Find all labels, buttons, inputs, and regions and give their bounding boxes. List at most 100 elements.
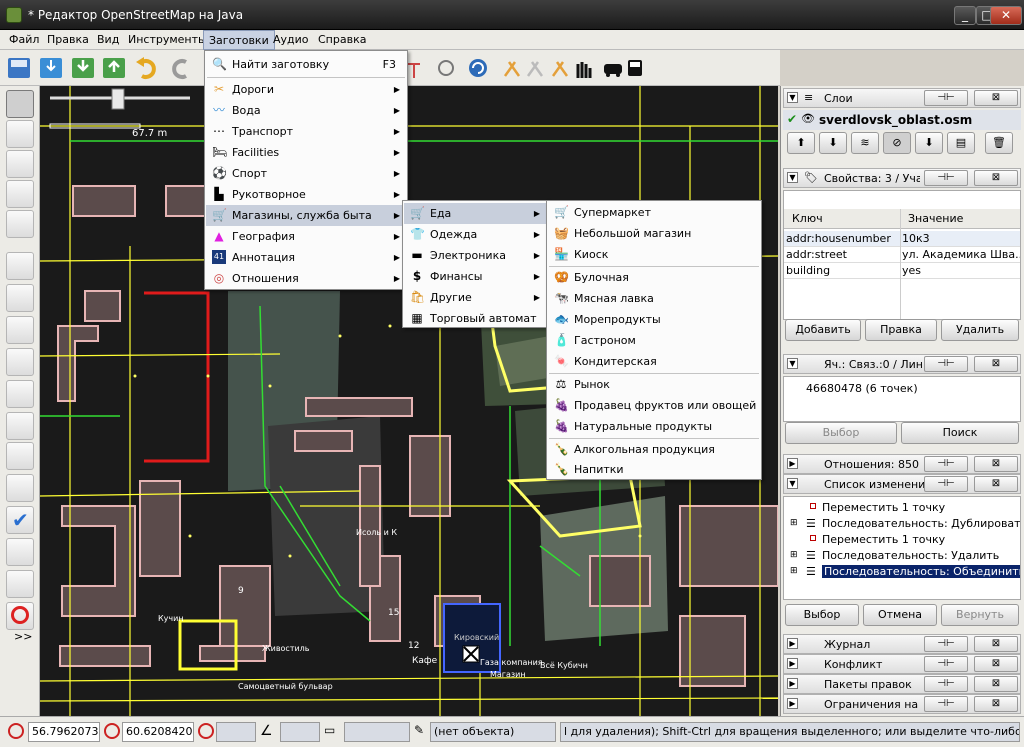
pin-icon[interactable]: ⊣⊢ (924, 636, 968, 652)
undo-button[interactable]: Отмена (863, 604, 937, 626)
zoom-icon[interactable] (6, 180, 34, 208)
expand-icon[interactable]: ▶ (787, 698, 798, 709)
pin-icon[interactable]: ⊣⊢ (924, 170, 968, 186)
close-panel-icon[interactable]: ⊠ (974, 476, 1018, 492)
pin-icon[interactable]: ⊣⊢ (924, 676, 968, 692)
road-cut-icon[interactable] (551, 61, 569, 77)
pin-icon[interactable]: ⊣⊢ (924, 356, 968, 372)
menu-tools[interactable]: Инструменты (123, 30, 212, 50)
selection-list-icon[interactable] (6, 348, 34, 376)
draw-nodes-icon[interactable] (6, 120, 34, 148)
minimize-button[interactable]: _ (954, 6, 976, 25)
log-panel-header[interactable]: ▶ Журнал ⊣⊢ ⊠ (783, 634, 1021, 654)
align-icon[interactable] (438, 60, 454, 76)
expand-icon[interactable]: ⊞ (790, 550, 798, 560)
menu-item-annotation[interactable]: 41 Аннотация ▶ (206, 247, 406, 268)
menu-item-shops[interactable]: 🛒 Магазины, служба быта ▶ (206, 205, 406, 226)
relations-toggle-icon[interactable] (6, 316, 34, 344)
menu-item-sport[interactable]: ⚽ Спорт ▶ (206, 163, 406, 184)
menu-item-roads[interactable]: ✂ Дороги ▶ (206, 79, 406, 100)
delete-tag-button[interactable]: Удалить (941, 319, 1019, 341)
merge-layer-icon[interactable]: ≋ (851, 132, 879, 154)
close-panel-icon[interactable]: ⊠ (974, 456, 1018, 472)
close-panel-icon[interactable]: ⊠ (974, 90, 1018, 106)
redo-button[interactable]: Вернуть (941, 604, 1019, 626)
expand-icon[interactable]: ▶ (787, 638, 798, 649)
menu-item-relations[interactable]: ◎ Отношения ▶ (206, 268, 406, 289)
open-file-icon[interactable] (8, 58, 30, 78)
bus-icon[interactable] (628, 60, 642, 76)
list-item[interactable]: ⊞ ☰ Последовательность: Удалить (784, 549, 1020, 565)
menu-item-vending[interactable]: ▦ Торговый автомат (404, 308, 546, 329)
undo-icon[interactable] (136, 57, 156, 79)
menu-item-butcher[interactable]: 🐄 Мясная лавка (548, 288, 760, 309)
close-panel-icon[interactable]: ⊠ (974, 170, 1018, 186)
pin-icon[interactable]: ⊣⊢ (924, 476, 968, 492)
menu-help[interactable]: Справка (313, 30, 371, 50)
menu-file[interactable]: Файл (4, 30, 44, 50)
table-row[interactable]: building yes (784, 263, 1020, 279)
move-down-icon[interactable]: ⬇ (819, 132, 847, 154)
menu-item-seafood[interactable]: 🐟 Морепродукты (548, 309, 760, 330)
redo-icon[interactable] (172, 59, 187, 79)
measure-icon[interactable] (6, 150, 34, 178)
conflict-panel-header[interactable]: ▶ Конфликт ⊣⊢ ⊠ (783, 654, 1021, 674)
visibility-icon[interactable]: 👁 (801, 112, 815, 125)
duplicate-layer-icon[interactable]: ⬇ (915, 132, 943, 154)
edit-tag-button[interactable]: Правка (865, 319, 937, 341)
properties-panel-header[interactable]: ▼ 🏷 Свойства: 3 / Участ ⊣⊢ ⊠ (783, 168, 1021, 188)
move-up-icon[interactable]: ⬆ (787, 132, 815, 154)
car-icon[interactable] (604, 64, 622, 77)
list-item[interactable]: Переместить 1 точку (784, 533, 1020, 549)
relations-panel-header[interactable]: ▶ Отношения: 850 ⊣⊢ ⊠ (783, 454, 1021, 474)
menu-view[interactable]: Вид (92, 30, 124, 50)
expand-icon[interactable]: ▶ (787, 658, 798, 669)
expand-icon[interactable]: ▶ (787, 458, 798, 469)
delete-layer-icon[interactable]: 🗑 (985, 132, 1013, 154)
menu-item-food[interactable]: 🛒 Еда ▶ (404, 203, 546, 224)
menu-item-kiosk[interactable]: 🏪 Киоск (548, 244, 760, 265)
menu-item-convenience[interactable]: 🧺 Небольшой магазин (548, 223, 760, 244)
combine-way-icon[interactable] (408, 63, 420, 78)
delete-mode-icon[interactable] (6, 210, 34, 238)
users-toggle-icon[interactable] (6, 380, 34, 408)
close-button[interactable]: ✕ (990, 6, 1022, 25)
layers-toggle-icon[interactable] (6, 252, 34, 280)
tags-toggle-icon[interactable] (6, 284, 34, 312)
menu-item-geography[interactable]: ▲ География ▶ (206, 226, 406, 247)
restrictions-panel-header[interactable]: ▶ Ограничения на по ⊣⊢ ⊠ (783, 694, 1021, 714)
road-split-icon[interactable] (503, 61, 521, 77)
pin-icon[interactable]: ⊣⊢ (924, 456, 968, 472)
menu-item-deli[interactable]: 🧴 Гастроном (548, 330, 760, 351)
menu-item-clothes[interactable]: 👕 Одежда ▶ (404, 224, 546, 245)
download-icon[interactable] (72, 58, 94, 78)
filter-icon[interactable] (6, 538, 34, 566)
toggle-visibility-icon[interactable]: ⊘ (883, 132, 911, 154)
menu-item-alcohol[interactable]: 🍾 Алкогольная продукция (548, 439, 760, 460)
list-item[interactable]: 46680478 (6 точек) (806, 382, 918, 395)
changes-panel-header[interactable]: ▼ Список изменений ⊣⊢ ⊠ (783, 474, 1021, 494)
author-icon[interactable] (6, 412, 34, 440)
hand-icon[interactable] (576, 62, 592, 78)
changeset-icon[interactable] (6, 570, 34, 598)
restriction-icon[interactable] (6, 602, 34, 630)
menu-presets[interactable]: Заготовки (203, 30, 275, 50)
layer-info-icon[interactable]: ▤ (947, 132, 975, 154)
changes-select-button[interactable]: Выбор (785, 604, 859, 626)
menu-item-bakery[interactable]: 🥨 Булочная (548, 267, 760, 288)
select-button[interactable]: Выбор (785, 422, 897, 444)
collapse-icon[interactable]: ▼ (787, 172, 798, 183)
list-item[interactable]: ⊞ ☰ Последовательность: Объединить 2 (784, 565, 1020, 581)
close-panel-icon[interactable]: ⊠ (974, 656, 1018, 672)
pin-icon[interactable]: ⊣⊢ (924, 696, 968, 712)
menu-item-marketplace[interactable]: ⚖ Рынок (548, 374, 760, 395)
menu-item-confectionery[interactable]: 🍬 Кондитерская (548, 351, 760, 372)
upload-icon[interactable] (103, 58, 125, 78)
expand-icon[interactable]: ⊞ (790, 518, 798, 528)
close-panel-icon[interactable]: ⊠ (974, 356, 1018, 372)
search-button[interactable]: Поиск (901, 422, 1019, 444)
menu-item-finance[interactable]: $ Финансы ▶ (404, 266, 546, 287)
collapse-icon[interactable]: ▼ (787, 358, 798, 369)
menu-item-man-made[interactable]: ▙ Рукотворное ▶ (206, 184, 406, 205)
road-merge-icon[interactable] (526, 61, 544, 77)
